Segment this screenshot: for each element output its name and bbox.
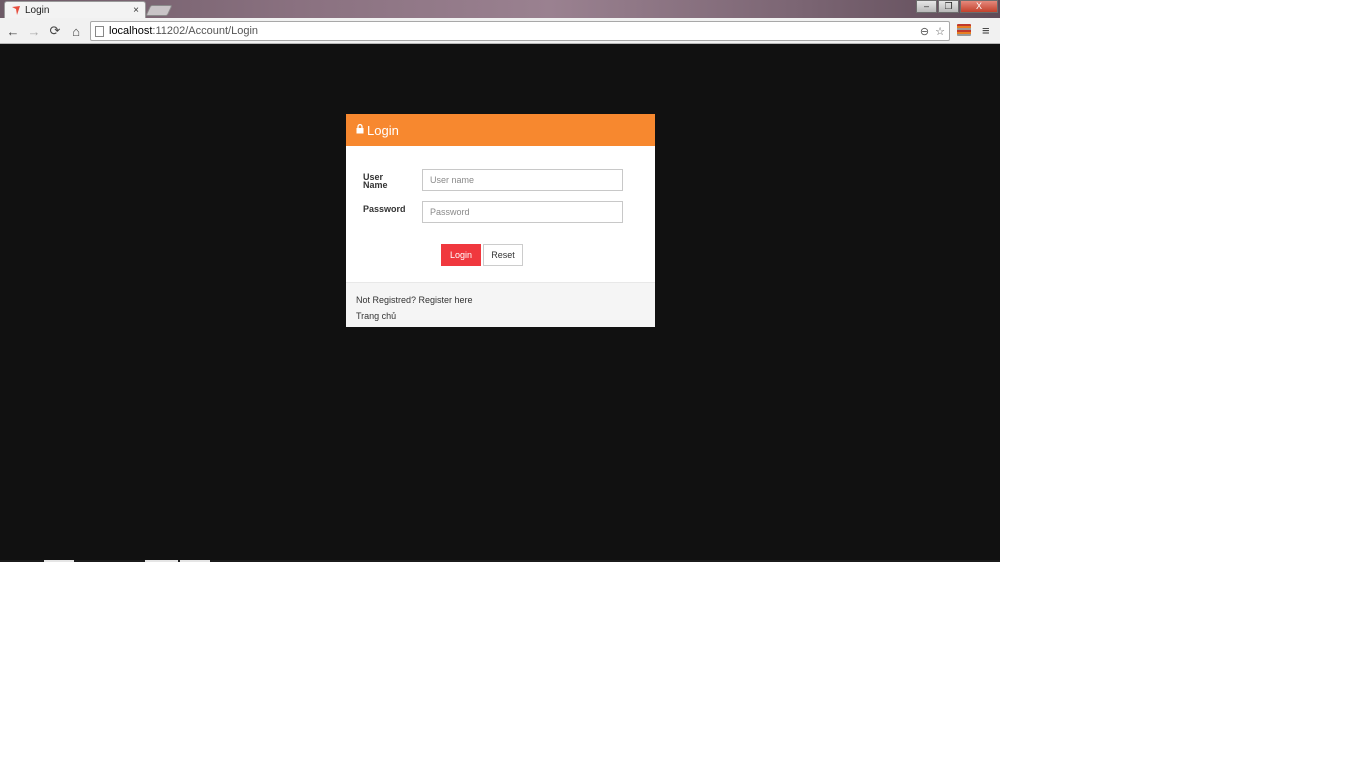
login-panel-heading: Login: [346, 114, 655, 146]
extension-icon[interactable]: [957, 24, 971, 36]
edge-segment: [44, 560, 74, 562]
home-icon[interactable]: ⌂: [67, 22, 85, 40]
login-button[interactable]: Login: [441, 244, 481, 266]
close-window-button[interactable]: X: [960, 0, 998, 13]
tab-title: Login: [25, 5, 50, 16]
password-input[interactable]: [422, 201, 623, 223]
forward-icon[interactable]: →: [25, 22, 43, 40]
register-line: Not Registred? Register here: [356, 292, 645, 308]
username-row: User Name: [363, 173, 421, 190]
new-tab-button[interactable]: [145, 5, 173, 16]
window-controls: – ❐ X: [916, 0, 998, 13]
login-title: Login: [367, 122, 399, 138]
home-link-line: Trang chủ: [356, 308, 645, 324]
title-bar: Login × – ❐ X: [0, 0, 1000, 19]
menu-icon[interactable]: ≡: [982, 23, 990, 38]
edge-segment: [145, 560, 178, 562]
edge-segment: [180, 560, 210, 562]
bottom-edge: [0, 560, 1000, 562]
reload-icon[interactable]: ⟳: [46, 22, 64, 40]
reset-button[interactable]: Reset: [483, 244, 523, 266]
url-text: localhost:11202/Account/Login: [109, 25, 914, 37]
zoom-icon[interactable]: ⊖: [920, 25, 929, 38]
login-panel-footer: Not Registred? Register here Trang chủ: [346, 282, 655, 327]
address-bar[interactable]: localhost:11202/Account/Login ⊖ ☆: [90, 21, 950, 41]
username-label: User Name: [363, 173, 421, 190]
maximize-button[interactable]: ❐: [938, 0, 959, 13]
url-path: :11202/Account/Login: [152, 25, 259, 37]
minimize-button[interactable]: –: [916, 0, 937, 13]
username-input[interactable]: [422, 169, 623, 191]
login-panel: Login User Name Password Login Reset Not…: [346, 114, 655, 327]
not-registered-text: Not Registred?: [356, 295, 419, 305]
back-icon[interactable]: ←: [4, 22, 22, 40]
page-content: Login User Name Password Login Reset Not…: [0, 45, 1000, 562]
url-host: localhost: [109, 25, 153, 37]
password-label: Password: [363, 204, 406, 214]
register-link[interactable]: Register here: [419, 295, 473, 305]
star-icon[interactable]: ☆: [935, 25, 945, 38]
browser-toolbar: ← → ⟳ ⌂ localhost:11202/Account/Login ⊖ …: [0, 18, 1000, 44]
password-row: Password: [363, 204, 421, 214]
page-icon: [95, 25, 104, 37]
home-link[interactable]: Trang chủ: [356, 311, 396, 321]
username-label-line2: Name: [363, 180, 388, 190]
tab-close-icon[interactable]: ×: [133, 5, 139, 16]
tab-login[interactable]: Login ×: [4, 1, 146, 19]
favicon-icon: [12, 6, 20, 15]
browser-window: Login × – ❐ X ← → ⟳ ⌂ localhost:11202/Ac…: [0, 0, 1000, 562]
lock-icon: [356, 124, 364, 134]
